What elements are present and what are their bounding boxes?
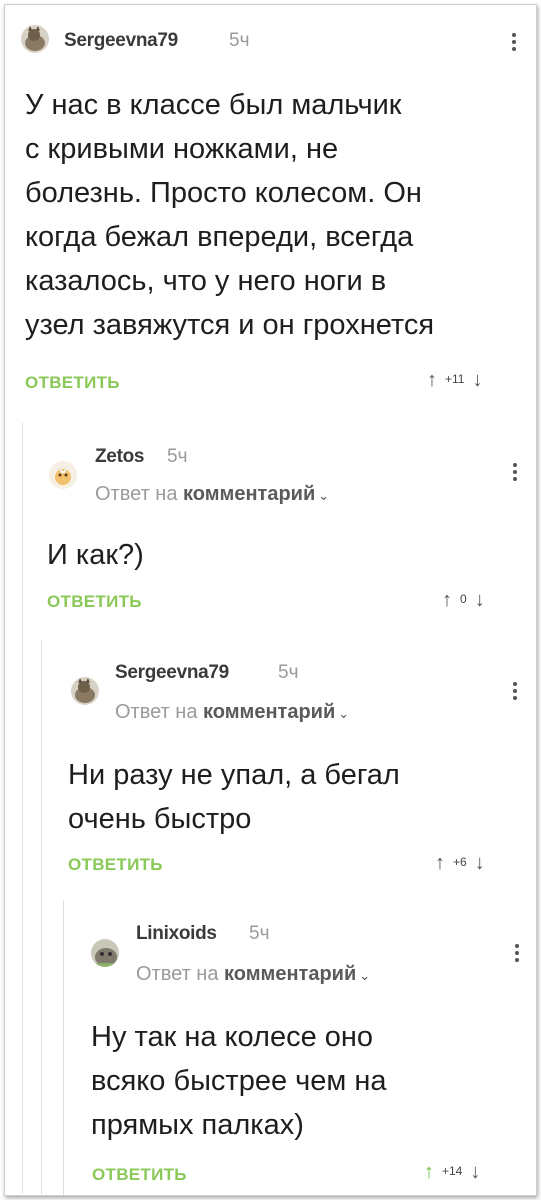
reply-to-comment-link[interactable]: комментарий: [224, 963, 356, 985]
chevron-down-icon[interactable]: ⌄: [359, 968, 370, 983]
reply-button[interactable]: ОТВЕТИТЬ: [92, 1165, 187, 1185]
reply-to-prefix: Ответ на: [136, 963, 219, 985]
avatar[interactable]: [91, 939, 119, 967]
vote-controls: ↑ +14 ↓: [424, 1161, 480, 1184]
body-line: всяко быстрее чем на: [91, 1065, 387, 1097]
rating-count: +14: [442, 1164, 463, 1178]
comment-4: Linixoids 5ч Ответ на комментарий ⌄ Ну та…: [5, 5, 536, 1195]
kebab-menu-icon[interactable]: [514, 944, 520, 966]
arrow-down-icon[interactable]: ↓: [470, 1161, 480, 1183]
body-line: прямых палках): [91, 1109, 304, 1141]
arrow-up-icon[interactable]: ↑: [424, 1161, 434, 1183]
comment-body: Ну так на колесе оно всяко быстрее чем н…: [91, 1015, 531, 1147]
timestamp: 5ч: [249, 923, 270, 944]
body-line: Ну так на колесе оно: [91, 1021, 374, 1053]
reply-to-link[interactable]: Ответ на комментарий ⌄: [136, 963, 370, 986]
comment-thread: Sergeevna79 5ч У нас в классе был мальчи…: [4, 4, 537, 1196]
username[interactable]: Linixoids: [136, 923, 217, 945]
